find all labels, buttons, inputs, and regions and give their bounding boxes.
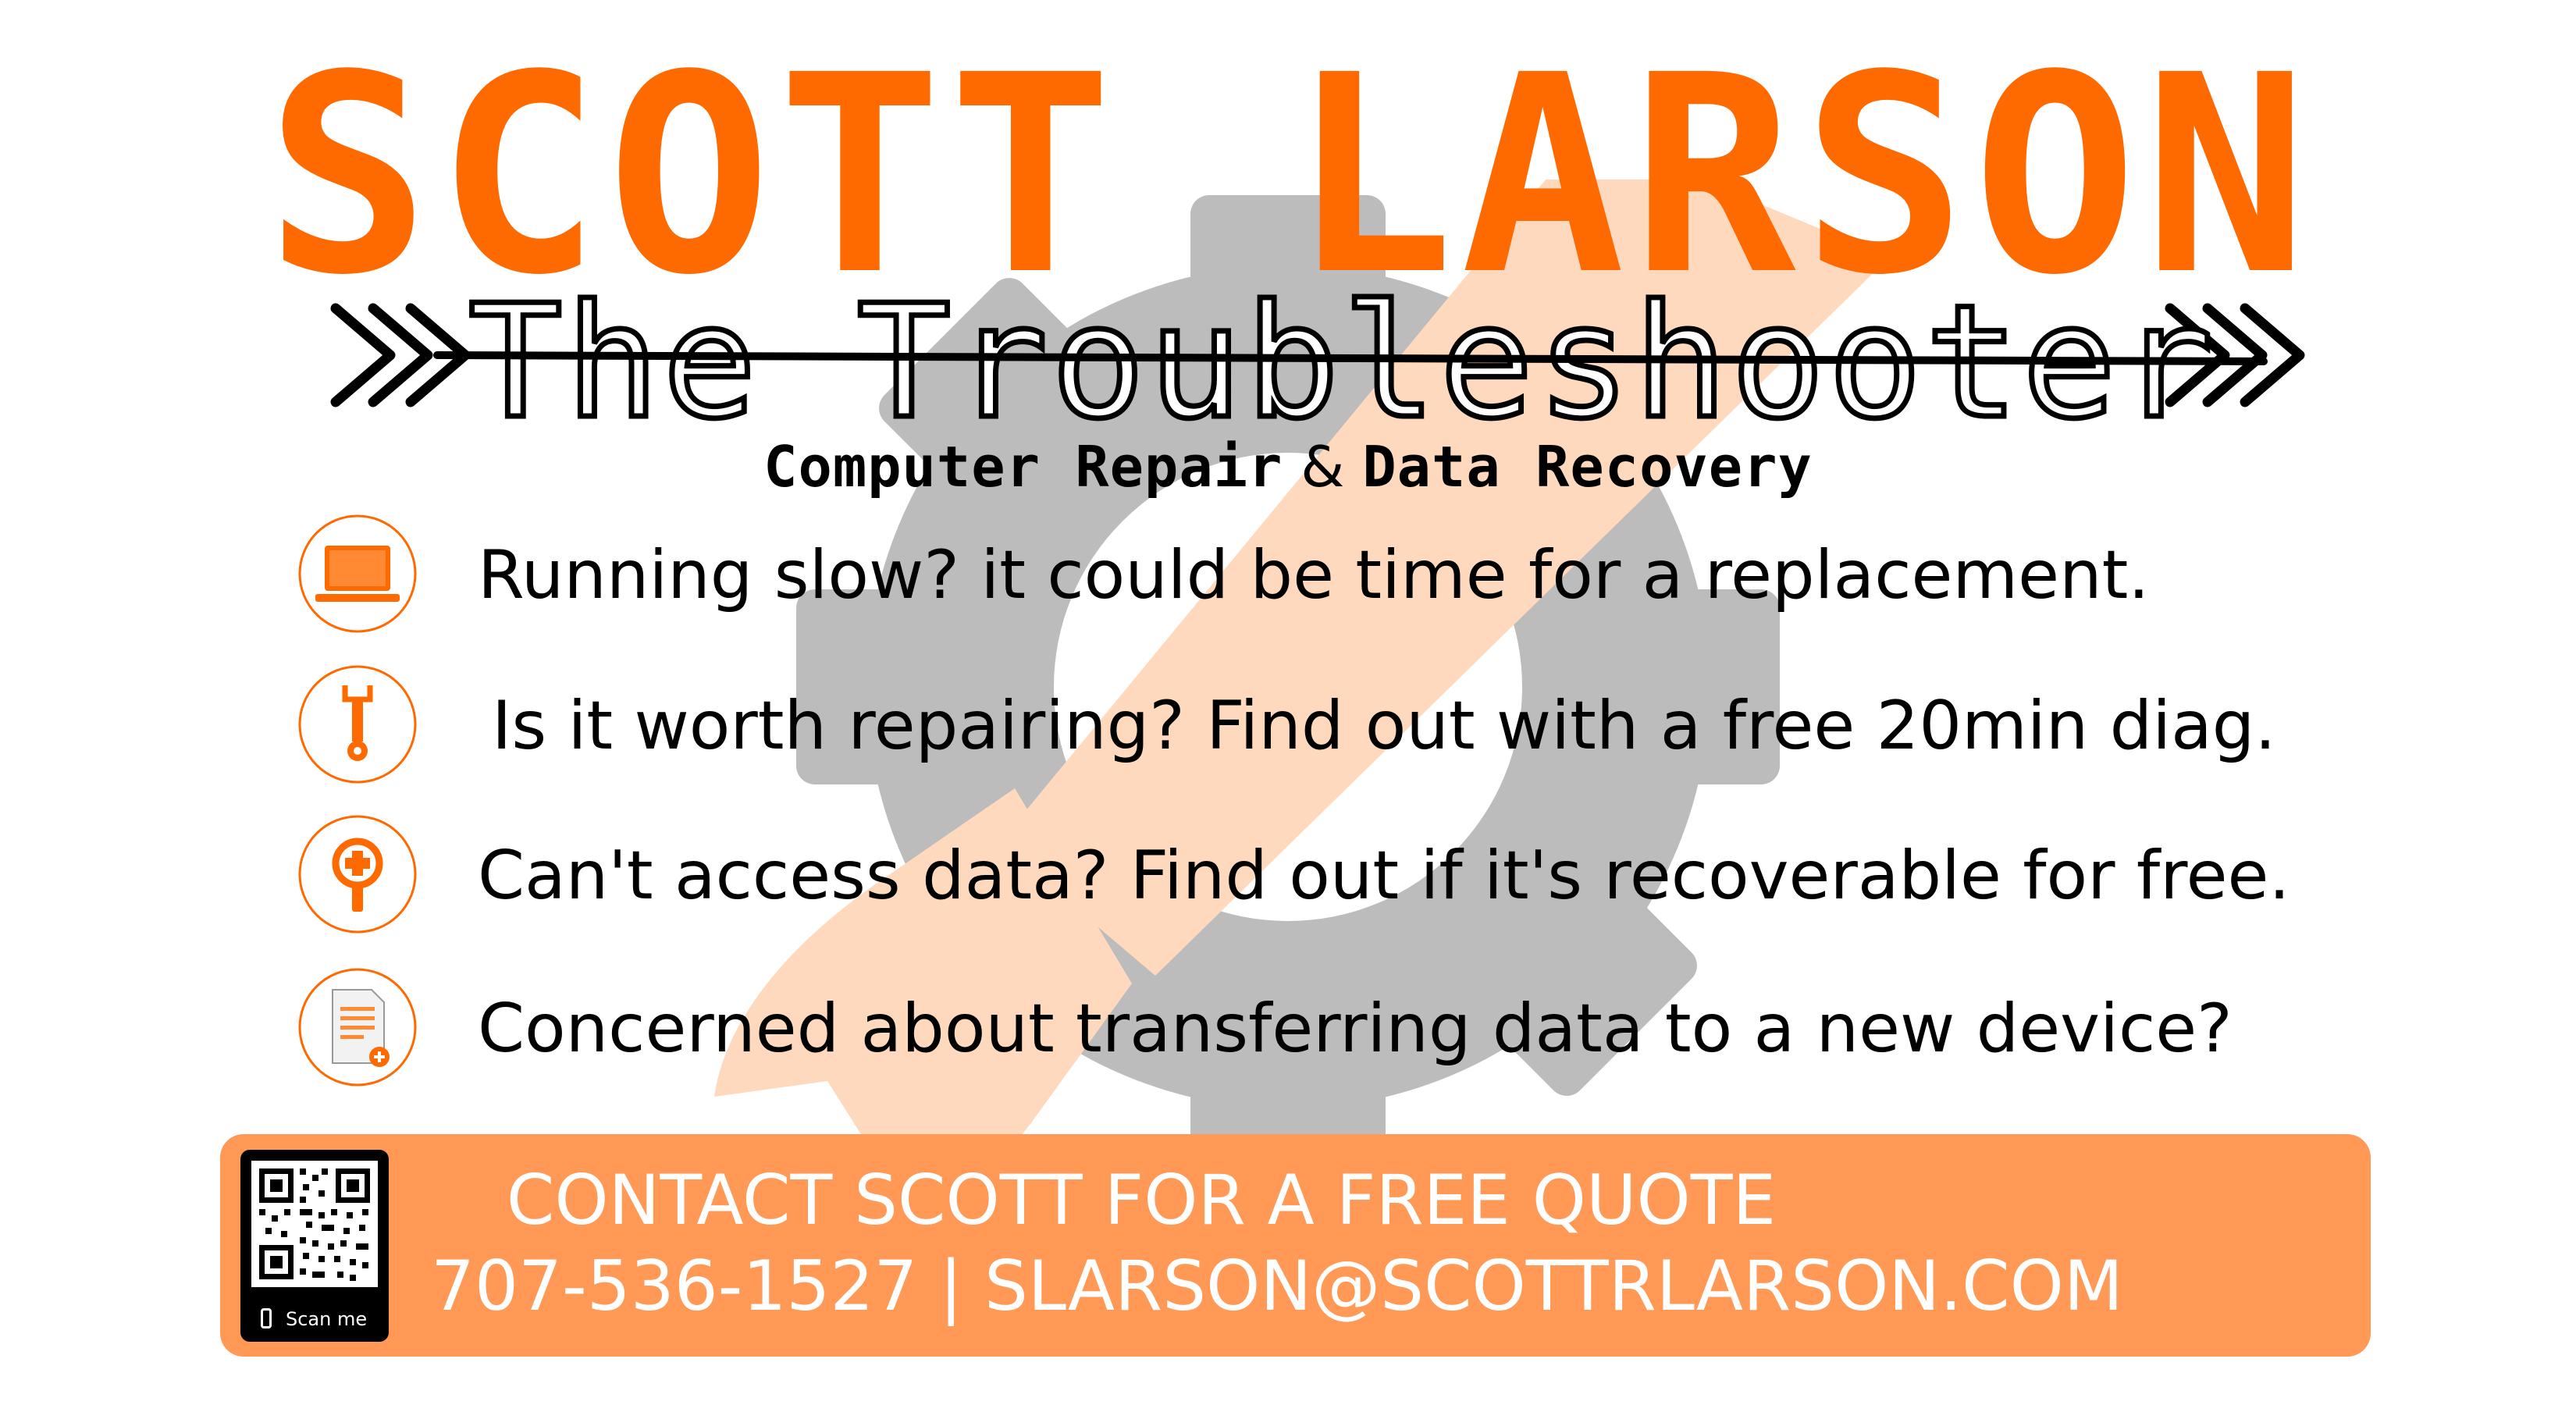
feature-row: Can't access data? Find out if it's reco… bbox=[297, 813, 2326, 938]
services-ampersand: & bbox=[1300, 434, 1345, 500]
services-subheading: Computer Repair & Data Recovery bbox=[624, 432, 1952, 502]
service-data-recovery: Data Recovery bbox=[1362, 434, 1813, 500]
feature-row: Is it worth repairing? Find out with a f… bbox=[297, 663, 2326, 788]
document-transfer-icon bbox=[298, 968, 417, 1087]
data-recovery-icon bbox=[298, 815, 417, 934]
feature-text-data-transfer: Concerned about transferring data to a n… bbox=[478, 990, 2233, 1068]
qr-caption-text: Scan me bbox=[286, 1308, 368, 1330]
feature-row: Concerned about transferring data to a n… bbox=[297, 966, 2326, 1091]
qr-code-icon[interactable] bbox=[251, 1161, 378, 1287]
feature-text-diagnostic: Is it worth repairing? Find out with a f… bbox=[492, 687, 2276, 765]
contact-bar: Scan me CONTACT SCOTT FOR A FREE QUOTE 7… bbox=[220, 1134, 2371, 1357]
feature-row: Running slow? it could be time for a rep… bbox=[297, 513, 2326, 638]
qr-code-box[interactable]: Scan me bbox=[240, 1150, 389, 1342]
qr-caption: Scan me bbox=[250, 1306, 382, 1332]
wrench-icon bbox=[298, 665, 417, 784]
service-computer-repair: Computer Repair bbox=[763, 434, 1283, 500]
call-to-action: CONTACT SCOTT FOR A FREE QUOTE bbox=[506, 1160, 1777, 1240]
feature-text-data-access: Can't access data? Find out if it's reco… bbox=[478, 837, 2290, 915]
laptop-icon bbox=[298, 514, 417, 633]
contact-details[interactable]: 707-536-1527 | SLARSON@SCOTTRLARSON.COM bbox=[431, 1243, 2123, 1329]
phone-icon bbox=[261, 1308, 272, 1329]
feature-text-replacement: Running slow? it could be time for a rep… bbox=[478, 536, 2150, 614]
business-card: SCOTT LARSON The Troubleshooter Computer… bbox=[0, 0, 2576, 1405]
